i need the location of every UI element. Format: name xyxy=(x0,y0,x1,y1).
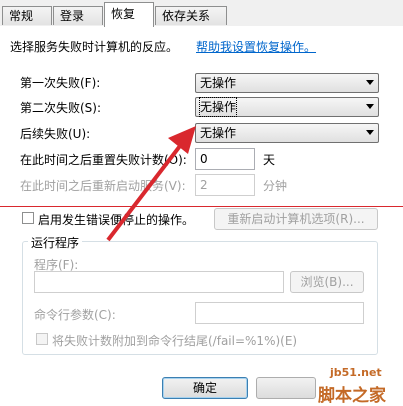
watermark-brand: 脚本之家 xyxy=(318,386,386,406)
watermark-site: jb51.net xyxy=(330,366,382,379)
red-arrow-icon xyxy=(106,126,196,242)
tab-recovery[interactable]: 恢复 xyxy=(104,2,154,27)
